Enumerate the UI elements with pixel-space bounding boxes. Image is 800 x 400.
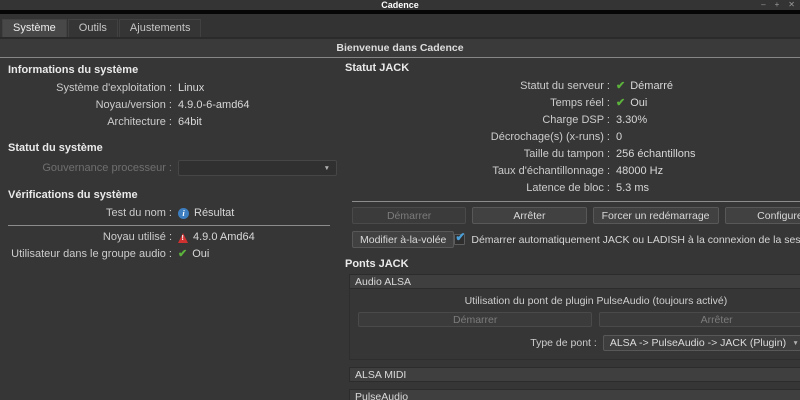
governor-label: Gouvernance processeur : bbox=[8, 162, 172, 175]
bridge-type-select[interactable]: ALSA -> PulseAudio -> JACK (Plugin) ▼ bbox=[603, 335, 800, 351]
check-icon: ✔ bbox=[455, 231, 465, 243]
jack-configure-button[interactable]: Configurer bbox=[725, 207, 800, 224]
kernel-used-value-row: ! 4.9.0 Amd64 bbox=[178, 231, 332, 244]
tab-systeme[interactable]: Système bbox=[2, 19, 67, 37]
jack-status-title: Statut JACK bbox=[345, 62, 800, 74]
warning-icon: ! bbox=[178, 233, 188, 243]
chevron-down-icon: ▼ bbox=[792, 340, 798, 347]
jack-panel: Statut JACK Statut du serveur : ✔ Démarr… bbox=[336, 58, 800, 399]
tab-outils[interactable]: Outils bbox=[68, 19, 118, 37]
kernel-version-value: 4.9.0-6-amd64 bbox=[178, 99, 332, 112]
checks-divider bbox=[8, 225, 330, 226]
chevron-down-icon: ▼ bbox=[324, 162, 330, 175]
bridge-stop-button[interactable]: Arrêter bbox=[599, 312, 800, 327]
architecture-label: Architecture : bbox=[8, 116, 172, 129]
name-test-value-row: i Résultat bbox=[178, 207, 332, 220]
system-info-title: Informations du système bbox=[8, 64, 332, 76]
realtime-value-row: ✔ Oui bbox=[616, 97, 800, 110]
kernel-version-label: Noyau/version : bbox=[8, 99, 172, 112]
jack-start-button[interactable]: Démarrer bbox=[352, 207, 466, 224]
welcome-banner: Bienvenue dans Cadence bbox=[0, 38, 800, 58]
jack-controls-divider bbox=[352, 201, 800, 202]
dsp-load-value: 3.30% bbox=[616, 114, 800, 127]
audio-group-label: Utilisateur dans le groupe audio : bbox=[8, 248, 172, 261]
governor-select[interactable]: ▼ bbox=[178, 160, 337, 176]
sample-rate-value: 48000 Hz bbox=[616, 165, 800, 178]
name-test-label: Test du nom : bbox=[8, 207, 172, 220]
window-title: Cadence bbox=[381, 0, 419, 10]
info-icon: i bbox=[178, 208, 189, 219]
alsa-audio-body: Utilisation du pont de plugin PulseAudio… bbox=[349, 289, 800, 360]
pulseaudio-plugin-notice: Utilisation du pont de plugin PulseAudio… bbox=[358, 295, 800, 308]
os-label: Système d'exploitation : bbox=[8, 82, 172, 95]
bridges-toolbox: Audio ALSA Utilisation du pont de plugin… bbox=[349, 274, 800, 400]
system-status-title: Statut du système bbox=[8, 142, 332, 154]
switch-master-button[interactable]: Modifier à-la-volée bbox=[352, 231, 454, 248]
jack-stop-button[interactable]: Arrêter bbox=[472, 207, 586, 224]
os-value: Linux bbox=[178, 82, 332, 95]
jack-bridges-title: Ponts JACK bbox=[345, 258, 800, 270]
alsa-midi-header[interactable]: ALSA MIDI bbox=[349, 367, 800, 382]
dsp-load-label: Charge DSP : bbox=[345, 114, 610, 127]
buffer-size-label: Taille du tampon : bbox=[345, 148, 610, 161]
bridge-start-button[interactable]: Démarrer bbox=[358, 312, 592, 327]
autostart-label[interactable]: Démarrer automatiquement JACK ou LADISH … bbox=[471, 234, 800, 246]
check-icon: ✔ bbox=[616, 98, 625, 109]
server-status-label: Statut du serveur : bbox=[345, 80, 610, 93]
alsa-audio-header[interactable]: Audio ALSA bbox=[349, 274, 800, 289]
title-bar: Cadence – + ✕ bbox=[0, 0, 800, 10]
architecture-value: 64bit bbox=[178, 116, 332, 129]
tab-bar: Système Outils Ajustements bbox=[0, 14, 800, 38]
block-latency-value: 5.3 ms bbox=[616, 182, 800, 195]
audio-group-value-row: ✔ Oui bbox=[178, 248, 332, 261]
system-panel: Informations du système Système d'exploi… bbox=[0, 58, 336, 399]
close-button[interactable]: ✕ bbox=[788, 0, 795, 10]
check-icon: ✔ bbox=[178, 249, 187, 260]
kernel-used-label: Noyau utilisé : bbox=[8, 231, 172, 244]
buffer-size-value: 256 échantillons bbox=[616, 148, 800, 161]
jack-force-restart-button[interactable]: Forcer un redémarrage bbox=[593, 207, 719, 224]
pulseaudio-header[interactable]: PulseAudio bbox=[349, 389, 800, 400]
block-latency-label: Latence de bloc : bbox=[345, 182, 610, 195]
minimize-button[interactable]: – bbox=[761, 0, 765, 10]
realtime-label: Temps réel : bbox=[345, 97, 610, 110]
check-icon: ✔ bbox=[616, 81, 625, 92]
server-status-value-row: ✔ Démarré bbox=[616, 80, 800, 93]
bridge-type-label: Type de pont : bbox=[530, 337, 597, 349]
system-checks-title: Vérifications du système bbox=[8, 189, 332, 201]
autostart-checkbox[interactable]: ✔ bbox=[454, 234, 465, 245]
tab-ajustements[interactable]: Ajustements bbox=[119, 19, 202, 37]
xruns-value: 0 bbox=[616, 131, 800, 144]
maximize-button[interactable]: + bbox=[775, 0, 780, 10]
xruns-label: Décrochage(s) (x-runs) : bbox=[345, 131, 610, 144]
sample-rate-label: Taux d'échantillonnage : bbox=[345, 165, 610, 178]
